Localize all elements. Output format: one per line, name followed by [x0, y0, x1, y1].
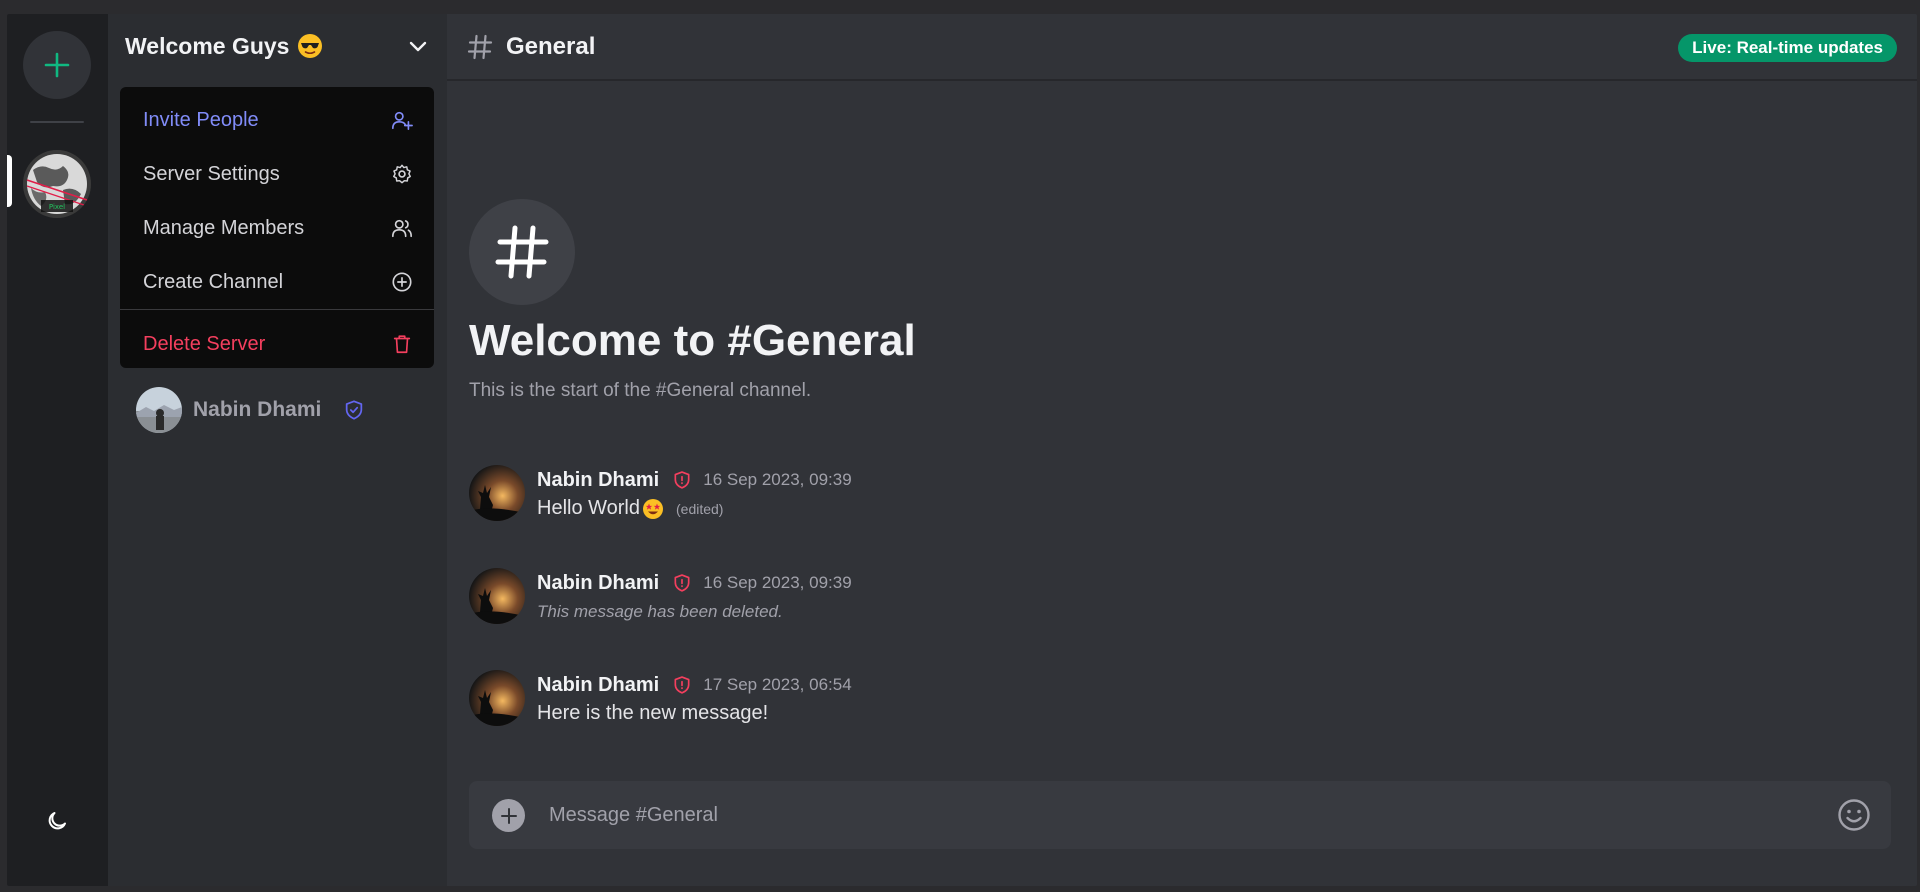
theme-toggle-button[interactable]: [43, 807, 71, 835]
menu-item-invite-people[interactable]: Invite People: [120, 93, 434, 147]
avatar[interactable]: [469, 465, 525, 521]
attach-file-button[interactable]: [492, 799, 525, 832]
trash-icon: [393, 335, 411, 354]
server-rail: Pixel: [7, 14, 108, 886]
channel-sidebar: Welcome Guys Invite People Server Settin…: [108, 14, 447, 886]
edited-label: (edited): [676, 500, 724, 517]
message-input[interactable]: [549, 795, 1811, 835]
member-list-item[interactable]: Nabin Dhami: [136, 387, 365, 433]
app-window: Pixel Welcome Guys Invite People Server …: [7, 14, 1917, 886]
menu-item-label: Create Channel: [143, 270, 284, 293]
rail-divider: [30, 121, 84, 123]
gear-icon: [393, 164, 411, 184]
message-item: Nabin Dhami 16 Sep 2023, 09:39 This mess…: [469, 568, 852, 624]
sunglasses-emoji: [298, 34, 323, 58]
plus-icon: [44, 52, 70, 78]
shield-alert-icon: [674, 676, 690, 694]
message-item: Nabin Dhami 16 Sep 2023, 09:39 Hello Wor…: [469, 465, 852, 521]
message-text: Here is the new message!: [537, 702, 769, 724]
avatar[interactable]: [469, 670, 525, 726]
member-name: Nabin Dhami: [193, 398, 322, 421]
globe-server-image: Pixel: [23, 150, 91, 218]
message-timestamp: 16 Sep 2023, 09:39: [703, 573, 852, 592]
message-text: Hello World: [537, 497, 640, 519]
channel-title: General: [506, 32, 596, 60]
shield-alert-icon: [674, 471, 690, 489]
message-deleted-text: This message has been deleted.: [537, 602, 783, 621]
moon-icon: [48, 812, 66, 830]
message-content: Hello World (edited): [537, 497, 852, 520]
server-icon-text: Pixel: [49, 203, 65, 211]
chat-header: General Live: Real-time updates: [447, 14, 1917, 81]
add-server-button[interactable]: [23, 31, 91, 99]
message-timestamp: 17 Sep 2023, 06:54: [703, 675, 852, 694]
menu-item-server-settings[interactable]: Server Settings: [120, 147, 434, 201]
shield-alert-icon: [674, 574, 690, 592]
menu-item-manage-members[interactable]: Manage Members: [120, 201, 434, 255]
hash-icon: [467, 34, 493, 59]
chevron-down-icon: [409, 41, 427, 52]
active-server-indicator: [7, 155, 12, 207]
menu-item-delete-server[interactable]: Delete Server: [120, 316, 434, 372]
message-author[interactable]: Nabin Dhami: [537, 674, 659, 697]
users-icon: [392, 219, 412, 238]
menu-divider: [120, 309, 434, 310]
menu-item-label: Manage Members: [143, 216, 305, 239]
plus-icon: [500, 807, 517, 824]
chat-area: General Live: Real-time updates Welcome …: [447, 14, 1917, 886]
message-timestamp: 16 Sep 2023, 09:39: [703, 470, 852, 489]
welcome-subtitle: This is the start of the #General channe…: [469, 380, 812, 401]
message-composer: [469, 781, 1891, 849]
star-struck-emoji: [643, 498, 663, 519]
avatar[interactable]: [469, 568, 525, 624]
menu-item-label: Server Settings: [143, 162, 280, 185]
message-item: Nabin Dhami 17 Sep 2023, 06:54 Here is t…: [469, 670, 852, 726]
message-author[interactable]: Nabin Dhami: [537, 469, 659, 492]
emoji-picker-icon[interactable]: [1837, 798, 1871, 832]
channel-welcome-icon: [469, 199, 575, 305]
server-icon-welcome-guys[interactable]: Pixel: [23, 150, 91, 218]
live-status-badge: Live: Real-time updates: [1678, 34, 1897, 62]
plus-circle-icon: [392, 272, 412, 292]
server-name: Welcome Guys: [125, 32, 290, 59]
message-author[interactable]: Nabin Dhami: [537, 572, 659, 595]
server-dropdown-menu: Invite People Server Settings Manage Mem…: [120, 87, 434, 368]
welcome-title: Welcome to #General: [469, 316, 916, 365]
menu-item-label: Delete Server: [143, 332, 266, 355]
user-plus-icon: [392, 111, 413, 130]
avatar: [136, 387, 182, 433]
menu-item-label: Invite People: [143, 108, 259, 131]
hash-icon: [495, 225, 549, 279]
shield-check-icon: [346, 400, 363, 420]
server-header-button[interactable]: Welcome Guys: [108, 14, 447, 78]
menu-item-create-channel[interactable]: Create Channel: [120, 255, 434, 309]
